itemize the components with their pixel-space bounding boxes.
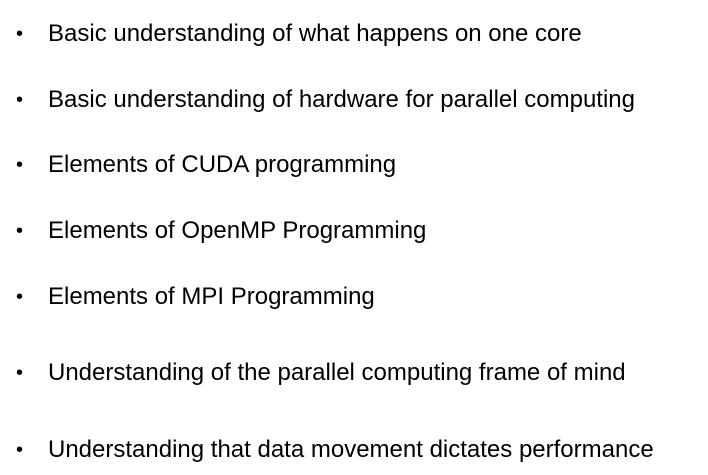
- list-item: • Basic understanding of hardware for pa…: [0, 85, 708, 115]
- list-item-text: Elements of MPI Programming: [48, 283, 375, 310]
- bullet-icon: •: [16, 89, 24, 111]
- list-item: • Elements of MPI Programming: [0, 282, 708, 312]
- list-item: • Understanding of the parallel computin…: [0, 358, 708, 388]
- bullet-icon: •: [16, 154, 24, 176]
- bullet-icon: •: [16, 439, 24, 461]
- list-item: • Basic understanding of what happens on…: [0, 19, 708, 49]
- list-item: • Elements of OpenMP Programming: [0, 216, 708, 246]
- slide: • Basic understanding of what happens on…: [0, 0, 708, 475]
- list-item-text: Understanding that data movement dictate…: [48, 436, 654, 463]
- list-item-text: Elements of OpenMP Programming: [48, 217, 427, 244]
- list-item-text: Basic understanding of what happens on o…: [48, 20, 582, 47]
- list-item-text: Understanding of the parallel computing …: [48, 359, 626, 386]
- bullet-icon: •: [16, 220, 24, 242]
- list-item: • Elements of CUDA programming: [0, 150, 708, 180]
- bullet-icon: •: [16, 286, 24, 308]
- list-item: • Understanding that data movement dicta…: [0, 435, 708, 465]
- list-item-text: Elements of CUDA programming: [48, 151, 397, 178]
- bullet-icon: •: [16, 23, 24, 45]
- bullet-icon: •: [16, 362, 24, 384]
- list-item-text: Basic understanding of hardware for para…: [48, 86, 636, 113]
